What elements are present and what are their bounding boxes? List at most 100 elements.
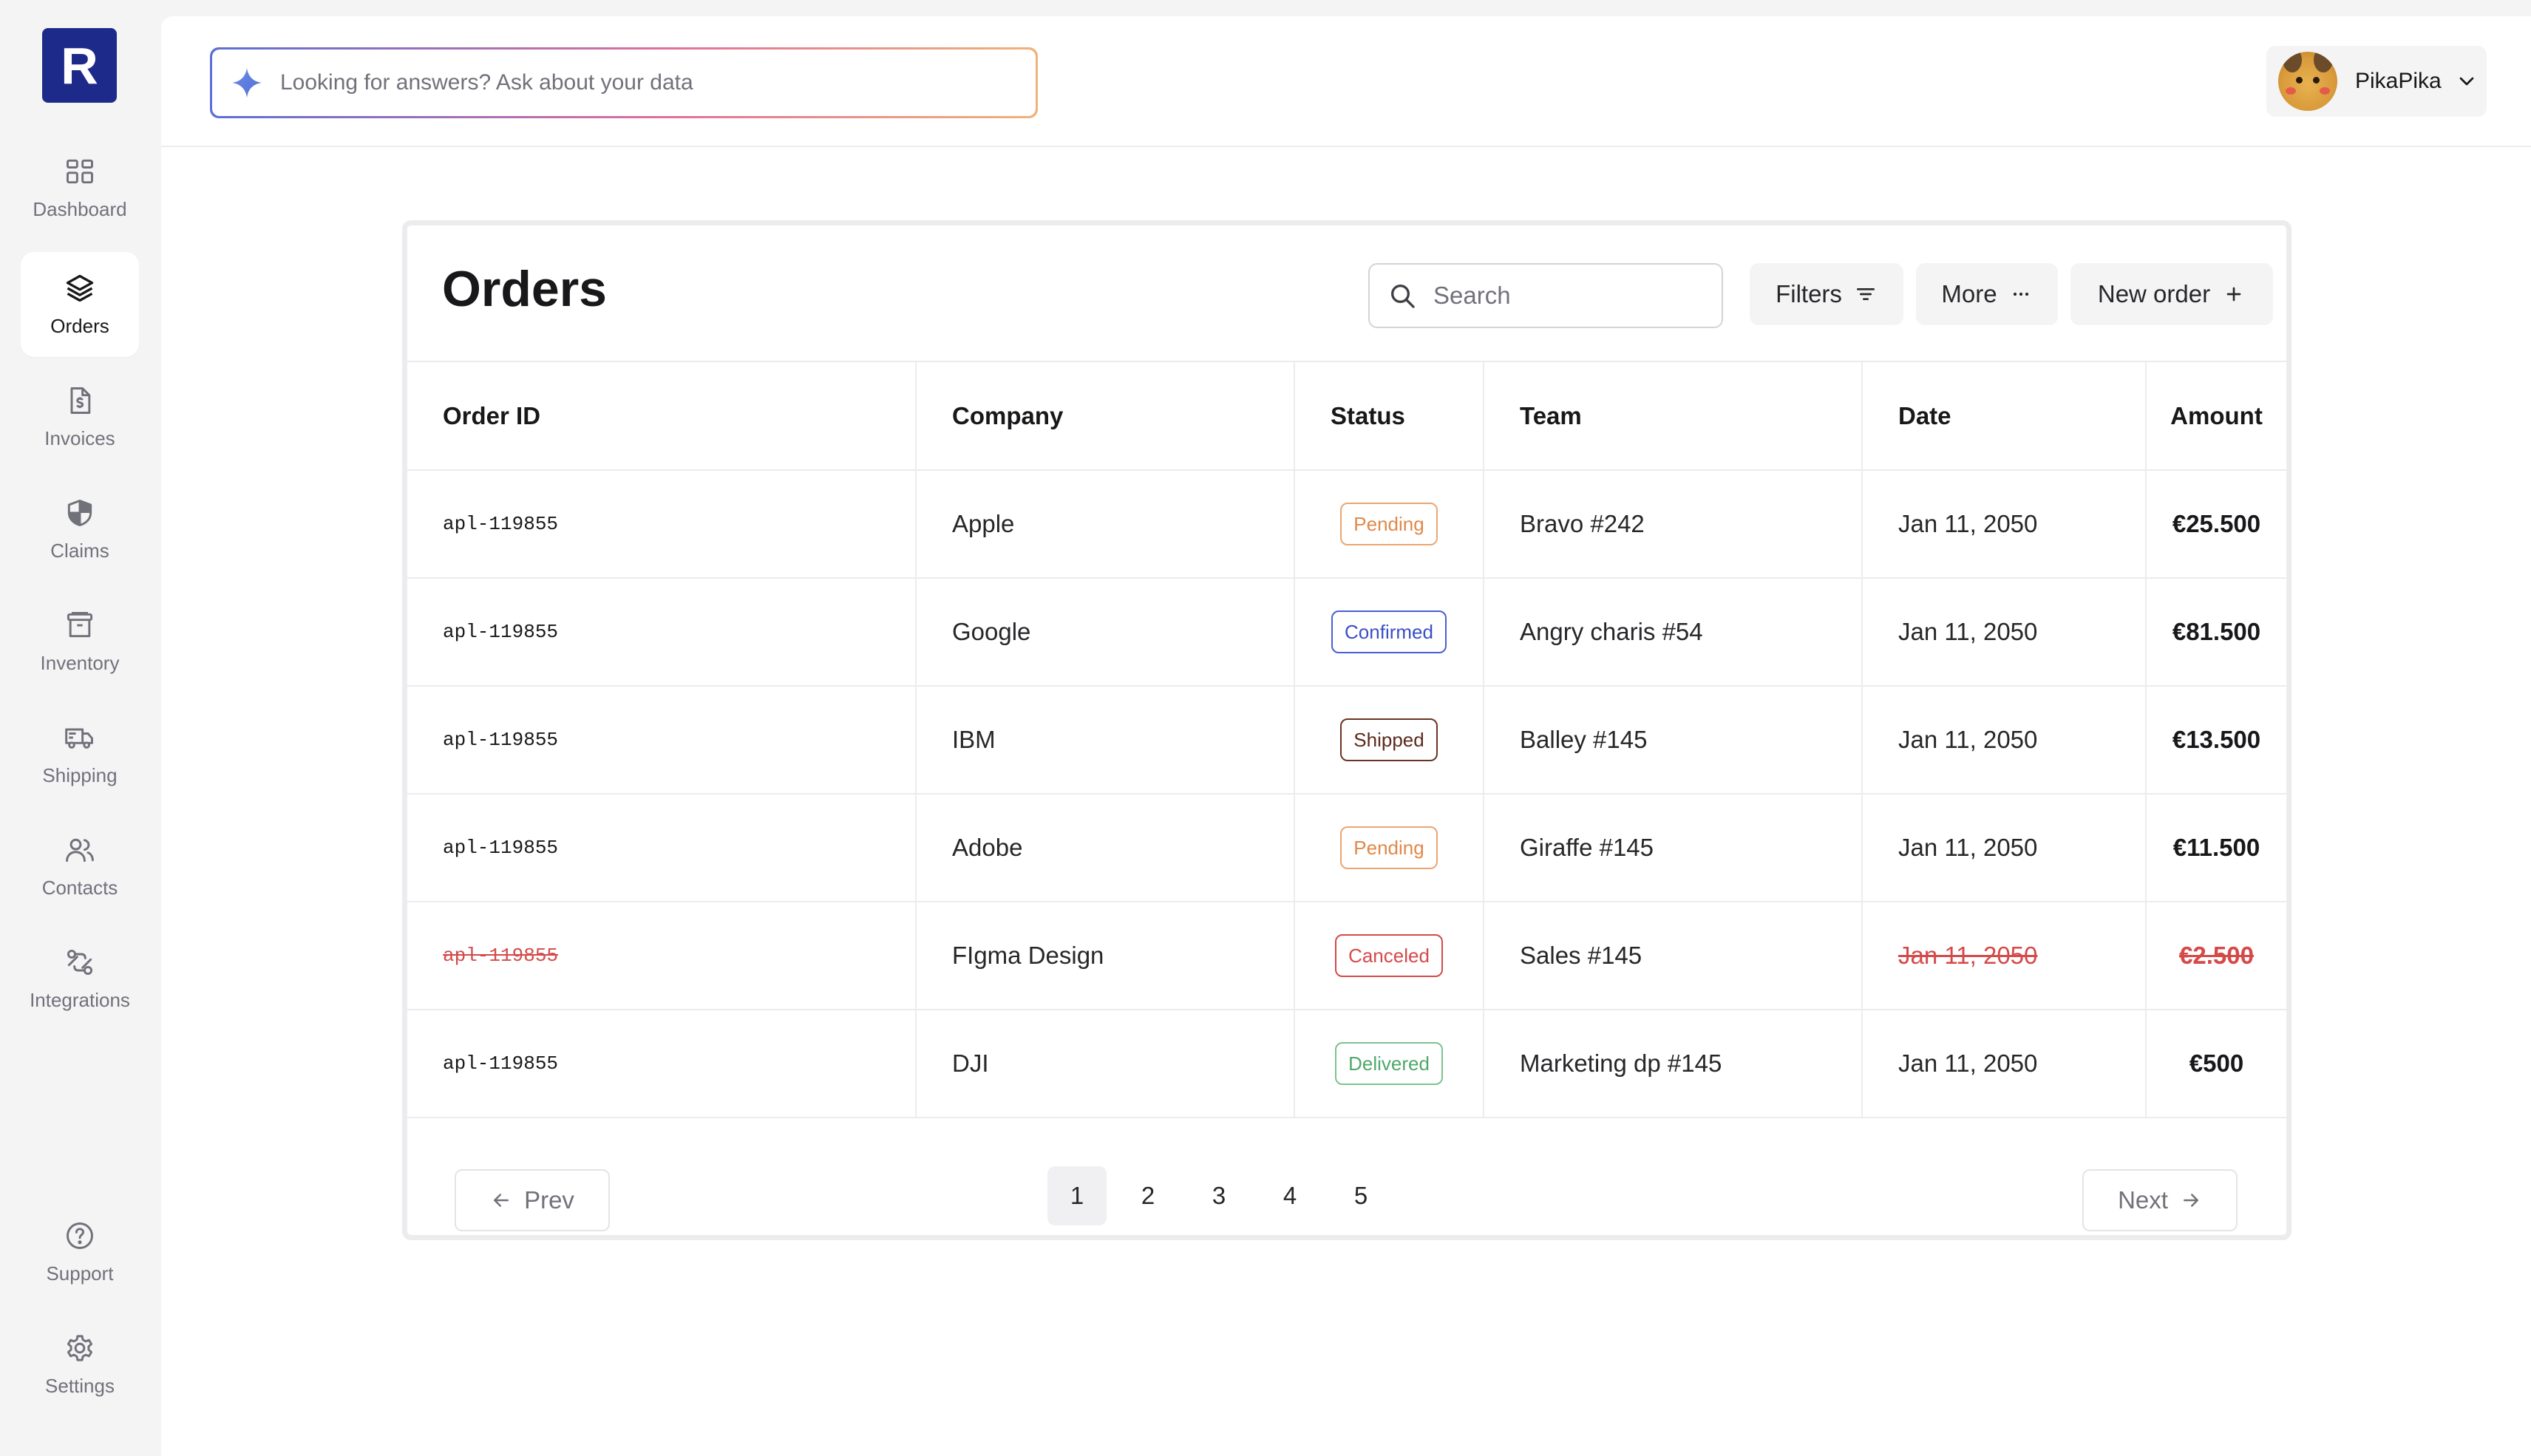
column-header-amount[interactable]: Amount (2146, 362, 2286, 471)
column-header-company[interactable]: Company (916, 362, 1295, 471)
cell-company: Apple (916, 470, 1295, 579)
column-header-status[interactable]: Status (1294, 362, 1484, 471)
page-number-button[interactable]: 4 (1260, 1166, 1319, 1225)
cell-order-id: apl-119855 (407, 794, 917, 902)
cell-team: Marketing dp #145 (1484, 1010, 1863, 1118)
prev-page-button[interactable]: Prev (455, 1169, 610, 1231)
table-row[interactable]: apl-119855 Apple Pending Bravo #242 Jan 11, … (407, 470, 2286, 579)
table-header-row: Order ID Company Status Team Date Amount (407, 362, 2286, 471)
archive-icon (67, 612, 93, 638)
dashboard-icon (67, 159, 93, 184)
cell-team: Giraffe #145 (1484, 794, 1863, 902)
chevron-down-icon (2459, 77, 2474, 86)
top-bar: PikaPika (161, 16, 2531, 147)
cell-team: Balley #145 (1484, 686, 1863, 795)
status-badge: Confirmed (1331, 610, 1447, 653)
ask-ai-input[interactable] (280, 70, 945, 95)
cell-company: Adobe (916, 794, 1295, 902)
ask-ai-inner (212, 50, 1036, 116)
cell-date: Jan 11, 2050 (1862, 1010, 2147, 1118)
sidebar-item-settings[interactable]: Settings (21, 1312, 139, 1417)
cell-date: Jan 11, 2050 (1862, 902, 2147, 1010)
users-icon (66, 838, 94, 863)
new-order-button[interactable]: New order (2070, 263, 2273, 325)
sidebar-item-inventory[interactable]: Inventory (21, 589, 139, 694)
sidebar-item-contacts[interactable]: Contacts (21, 814, 139, 919)
table-row[interactable]: apl-119855 DJI Delivered Marketing dp #145 J… (407, 1010, 2286, 1118)
orders-card: Orders Filters More New order (402, 220, 2292, 1240)
cell-order-id: apl-119855 (407, 578, 917, 687)
sidebar-item-invoices[interactable]: Invoices (21, 364, 139, 469)
sidebar-item-label: Settings (45, 1375, 115, 1397)
cell-company: Google (916, 578, 1295, 687)
cell-team: Sales #145 (1484, 902, 1863, 1010)
cell-amount: €13.500 (2146, 686, 2286, 795)
arrow-right-icon (2183, 1194, 2198, 1207)
cell-status: Confirmed (1294, 578, 1484, 687)
sidebar-item-dashboard[interactable]: Dashboard (21, 135, 139, 240)
ask-ai-box[interactable] (210, 47, 1038, 118)
sidebar-item-orders[interactable]: Orders (21, 252, 139, 357)
invoice-icon (70, 387, 91, 414)
table-row[interactable]: apl-119855 Google Confirmed Angry charis #5… (407, 578, 2286, 687)
column-header-date[interactable]: Date (1862, 362, 2147, 471)
sidebar-item-label: Integrations (30, 989, 130, 1011)
help-circle-icon (67, 1222, 93, 1249)
table-row[interactable]: apl-119855 Adobe Pending Giraffe #145 Jan 11… (407, 794, 2286, 902)
sidebar: R Dashboard Orders Invoices Claims Inven… (0, 0, 161, 1456)
sidebar-item-label: Invoices (44, 427, 115, 449)
next-page-button[interactable]: Next (2082, 1169, 2238, 1231)
avatar (2278, 52, 2337, 111)
more-button[interactable]: More (1916, 263, 2058, 325)
table-row[interactable]: apl-119855 IBM Shipped Balley #145 Jan 11, 2… (407, 686, 2286, 795)
page-number-button[interactable]: 3 (1189, 1166, 1248, 1225)
search-input[interactable] (1433, 282, 1714, 310)
page-number-button[interactable]: 5 (1331, 1166, 1390, 1225)
search-box[interactable] (1368, 263, 1723, 328)
more-label: More (1941, 280, 1997, 307)
status-badge: Pending (1340, 503, 1438, 545)
sidebar-item-claims[interactable]: Claims (21, 477, 139, 582)
cell-company: DJI (916, 1010, 1295, 1118)
app-logo[interactable]: R (42, 28, 117, 103)
status-badge: Canceled (1335, 934, 1443, 977)
new-order-label: New order (2097, 280, 2211, 307)
page-number-button[interactable]: 2 (1118, 1166, 1178, 1225)
cell-status: Shipped (1294, 686, 1484, 795)
sidebar-item-shipping[interactable]: Shipping (21, 701, 139, 806)
truck-icon (65, 728, 93, 749)
gear-icon (67, 1335, 93, 1361)
layers-icon (66, 274, 94, 302)
table-row[interactable]: apl-119855 FIgma Design Canceled Sales #145… (407, 902, 2286, 1010)
filter-lines-icon (1856, 288, 1875, 300)
cell-date: Jan 11, 2050 (1862, 578, 2147, 687)
cell-amount: €81.500 (2146, 578, 2286, 687)
user-menu[interactable]: PikaPika (2266, 46, 2487, 117)
page-title: Orders (442, 261, 607, 317)
sidebar-item-support[interactable]: Support (21, 1200, 139, 1304)
logo-letter: R (61, 36, 98, 95)
column-header-order-id[interactable]: Order ID (407, 362, 917, 471)
sidebar-item-label: Orders (50, 315, 109, 337)
sidebar-item-label: Inventory (40, 652, 120, 674)
orders-table: Order ID Company Status Team Date Amount… (407, 362, 2286, 1118)
sidebar-item-label: Support (46, 1262, 114, 1285)
cell-order-id: apl-119855 (407, 902, 917, 1010)
page-number-button[interactable]: 1 (1047, 1166, 1107, 1225)
orders-table-wrap: Order ID Company Status Team Date Amount… (407, 361, 2286, 1118)
filters-label: Filters (1776, 280, 1842, 307)
column-header-team[interactable]: Team (1484, 362, 1863, 471)
cell-status: Canceled (1294, 902, 1484, 1010)
cell-company: FIgma Design (916, 902, 1295, 1010)
cell-status: Delivered (1294, 1010, 1484, 1118)
status-badge: Pending (1340, 826, 1438, 869)
sidebar-item-integrations[interactable]: Integrations (21, 926, 139, 1031)
user-name: PikaPika (2355, 69, 2442, 93)
status-badge: Shipped (1340, 718, 1438, 761)
arrow-left-icon (494, 1194, 509, 1207)
cell-amount: €500 (2146, 1010, 2286, 1118)
cell-status: Pending (1294, 470, 1484, 579)
filters-button[interactable]: Filters (1750, 263, 1903, 325)
sidebar-item-label: Contacts (41, 877, 118, 899)
cell-date: Jan 11, 2050 (1862, 794, 2147, 902)
